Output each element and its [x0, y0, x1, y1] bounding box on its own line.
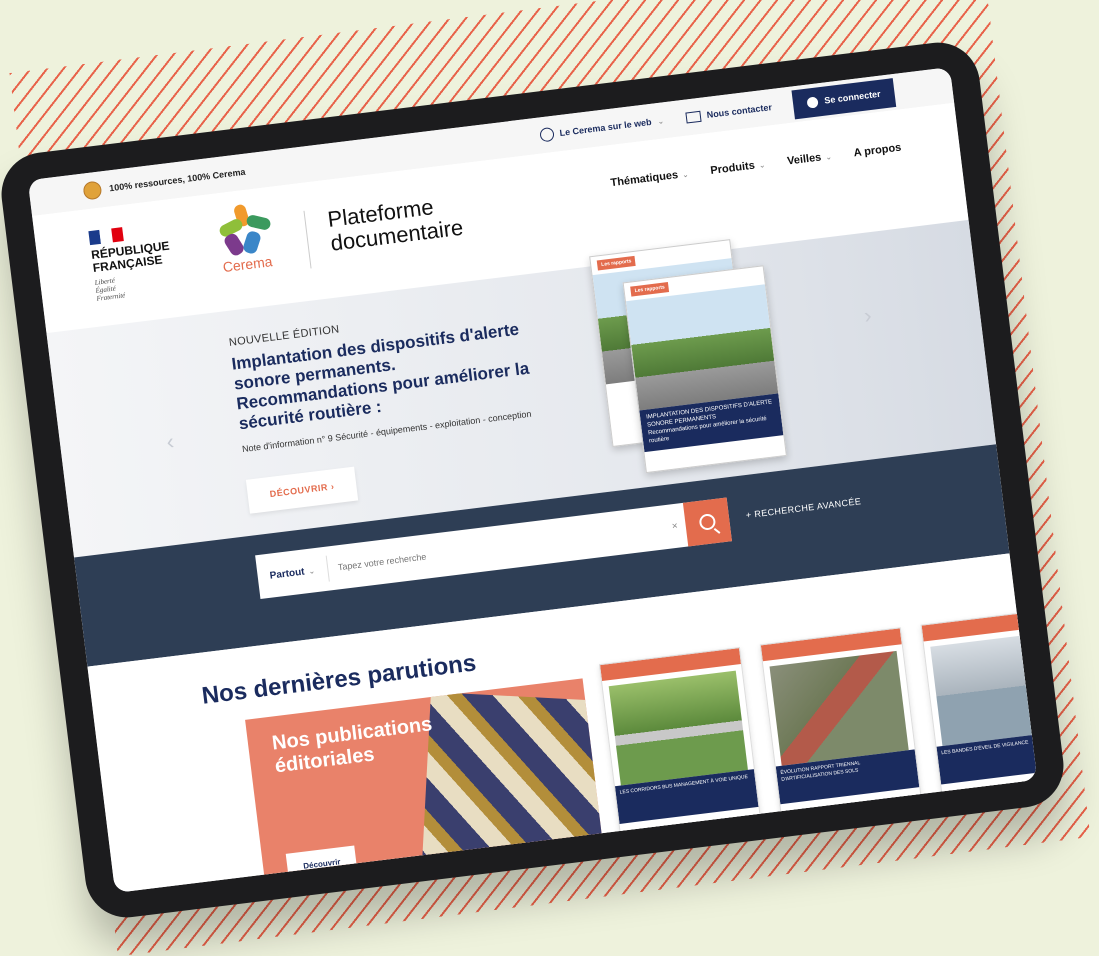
- nav-label-thematiques: Thématiques: [609, 169, 679, 190]
- chevron-down-icon: ⌄: [656, 115, 665, 126]
- chevron-right-icon: ›: [330, 481, 335, 492]
- publication-card[interactable]: LES BANDES D'ÉVEIL DE VIGILANCE: [920, 607, 1038, 826]
- carousel-prev-icon[interactable]: ‹: [165, 429, 175, 456]
- hero-cover-front: Les rapports IMPLANTATION DES DISPOSITIF…: [622, 265, 787, 474]
- cover-photo: [625, 284, 779, 411]
- search-input[interactable]: [327, 520, 673, 575]
- chevron-down-icon: ⌄: [681, 169, 690, 179]
- nav-label-produits: Produits: [709, 159, 756, 177]
- republique-mini-logo: [630, 843, 646, 855]
- login-label: Se connecter: [823, 88, 882, 106]
- advanced-search-link[interactable]: + RECHERCHE AVANCÉE: [745, 496, 861, 520]
- nav-item-veilles[interactable]: Veilles ⌄: [786, 146, 833, 171]
- card-image: [930, 631, 1038, 747]
- promo-artwork: [421, 691, 606, 892]
- chevron-down-icon: ⌄: [758, 159, 766, 170]
- globe-icon: [538, 126, 555, 143]
- tablet-screen: 100% ressources, 100% Cerema Le Cerema s…: [27, 67, 1038, 893]
- mail-icon: [685, 110, 702, 124]
- carousel-next-icon[interactable]: ›: [863, 303, 873, 330]
- nav-label-veilles: Veilles: [786, 151, 822, 168]
- clear-icon[interactable]: ×: [671, 520, 678, 532]
- nav-item-a-propos[interactable]: A propos: [853, 138, 903, 164]
- tagline-text: 100% ressources, 100% Cerema: [108, 166, 246, 194]
- coin-icon: [82, 180, 103, 201]
- chevron-down-icon: ⌄: [824, 151, 833, 162]
- cerema-logo[interactable]: Cerema: [201, 200, 293, 313]
- search-button[interactable]: [682, 497, 732, 547]
- promo-card[interactable]: Nos publications éditoriales Découvrir: [245, 678, 606, 893]
- card-image: [608, 670, 748, 786]
- publication-card[interactable]: LES CORRIDORS BUS MANAGEMENT À VOIE UNIQ…: [598, 646, 765, 865]
- promo-title: Nos publications éditoriales: [271, 713, 437, 778]
- hero-text: NOUVELLE ÉDITION Implantation des dispos…: [228, 300, 540, 456]
- contact-link[interactable]: Nous contacter: [685, 102, 773, 124]
- republique-logo[interactable]: RÉPUBLIQUE FRANÇAISE Liberté Égalité Fra…: [88, 220, 189, 326]
- tablet-device: 100% ressources, 100% Cerema Le Cerema s…: [0, 37, 1069, 923]
- flag-icon: [88, 227, 124, 246]
- hero-discover-label: DÉCOUVRIR: [269, 482, 329, 500]
- publication-card[interactable]: ÉVOLUTION RAPPORT TRIENNAL D'ARTIFICIALI…: [759, 627, 926, 846]
- web-menu-link[interactable]: Le Cerema sur le web ⌄: [538, 113, 665, 143]
- chevron-down-icon: ⌄: [307, 565, 316, 576]
- search-scope-label: Partout: [269, 566, 306, 582]
- card-header: [921, 608, 1038, 642]
- card-image: [769, 650, 909, 766]
- user-icon: [806, 95, 820, 109]
- contact-label: Nous contacter: [706, 102, 773, 121]
- main-nav: Thématiques ⌄ Produits ⌄ Veilles ⌄ A propos: [609, 138, 902, 194]
- hero-discover-button[interactable]: DÉCOUVRIR ›: [245, 466, 359, 514]
- cover-tag: Les rapports: [596, 255, 636, 271]
- republique-mini-logo: [951, 803, 967, 816]
- nav-label-a-propos: A propos: [852, 141, 902, 160]
- hero-covers[interactable]: Les rapports Les rapports IMPLANTATION D…: [589, 236, 787, 474]
- nav-item-thematiques[interactable]: Thématiques ⌄: [609, 164, 689, 193]
- promo-discover-button[interactable]: Découvrir: [285, 845, 359, 883]
- cover-tag: Les rapports: [630, 281, 670, 297]
- nav-item-produits[interactable]: Produits ⌄: [709, 154, 766, 181]
- search-scope-select[interactable]: Partout ⌄: [256, 555, 330, 591]
- platform-title: Plateforme documentaire: [303, 191, 466, 269]
- cerema-star-icon: [210, 201, 276, 258]
- web-menu-label: Le Cerema sur le web: [559, 116, 653, 139]
- republique-mini-logo: [790, 823, 807, 835]
- search-icon: [698, 513, 717, 531]
